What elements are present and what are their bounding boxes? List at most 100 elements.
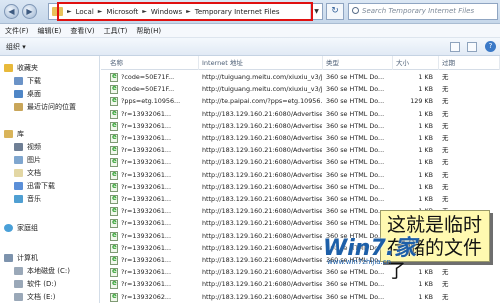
menu-tools[interactable]: 工具(T)	[104, 26, 128, 36]
table-row[interactable]: ?r=13932061... http://183.129.160.21:6080…	[101, 169, 500, 181]
command-toolbar: 组织 ▾ ?	[0, 38, 500, 56]
file-name: ?r=13932061...	[121, 219, 171, 228]
html-file-icon	[110, 133, 118, 143]
nav-label: 迅雷下载	[27, 182, 55, 190]
column-header-internet-address[interactable]: Internet 地址	[199, 56, 323, 70]
breadcrumb-microsoft[interactable]: Microsoft	[106, 8, 138, 16]
table-row[interactable]: ?code=50E71F... http://tuiguang.meitu.com…	[101, 71, 500, 83]
file-type: 360 se HTML Do...	[326, 195, 385, 203]
table-row[interactable]: ?r=13932061... http://183.129.160.21:6080…	[101, 132, 500, 144]
html-file-icon	[110, 279, 118, 290]
internet-address: http://183.129.160.21:6080/Advertise...	[202, 256, 322, 264]
column-header-size[interactable]: 大小	[393, 56, 439, 70]
drive-icon	[14, 293, 23, 301]
nav-recent-places[interactable]: 最近访问的位置	[14, 101, 76, 113]
nav-computer[interactable]: 计算机	[4, 252, 38, 264]
file-name: ?r=13932061...	[121, 170, 171, 179]
internet-address: http://183.129.160.21:6080/Advertise...	[202, 268, 322, 277]
preview-pane-icon[interactable]	[467, 42, 477, 52]
address-bar[interactable]: ► Local ► Microsoft ► Windows ► Temporar…	[48, 3, 323, 20]
help-icon[interactable]: ?	[485, 41, 496, 52]
column-header-expires[interactable]: 过期	[439, 56, 500, 70]
menu-file[interactable]: 文件(F)	[5, 26, 29, 36]
file-name: ?code=50E71F...	[121, 85, 175, 94]
table-row[interactable]: ?r=13932061... http://183.129.160.21:6080…	[101, 108, 500, 120]
nav-downloads[interactable]: 下载	[14, 75, 41, 87]
file-size: 129 KB	[410, 97, 433, 106]
file-type: 360 se HTML Do...	[326, 280, 385, 289]
table-row[interactable]: ?code=50E71F... http://tuiguang.meitu.com…	[101, 83, 500, 95]
menu-edit[interactable]: 编辑(E)	[38, 26, 62, 36]
refresh-button[interactable]: ↻	[326, 3, 344, 20]
nav-music[interactable]: 音乐	[14, 193, 41, 205]
html-file-icon	[110, 145, 118, 156]
back-button[interactable]: ◀	[4, 4, 19, 19]
table-row[interactable]: ?r=13932061... http://183.129.160.21:6080…	[101, 144, 500, 156]
nav-label: 下载	[27, 77, 41, 85]
nav-libraries[interactable]: 库	[4, 128, 24, 140]
address-toolbar: ◀ ▶ ► Local ► Microsoft ► Windows ► Temp…	[0, 0, 500, 24]
html-file-icon	[110, 170, 118, 180]
table-row[interactable]: ?r=13932061... http://183.129.160.21:6080…	[101, 278, 500, 290]
column-header-type[interactable]: 类型	[323, 56, 393, 70]
internet-address: http://183.129.160.21:6080/Advertise...	[202, 243, 322, 252]
search-input[interactable]: Search Temporary Internet Files	[348, 3, 498, 20]
file-name: ?r=13932061...	[121, 134, 171, 142]
nav-documents[interactable]: 文档	[14, 167, 41, 179]
chevron-right-icon: ►	[186, 8, 191, 15]
html-file-icon	[110, 231, 118, 241]
menu-help[interactable]: 帮助(H)	[136, 26, 161, 36]
file-size: 1 KB	[418, 121, 433, 130]
file-type: 360 se HTML Do...	[326, 97, 385, 106]
document-icon	[14, 169, 23, 177]
nav-pictures[interactable]: 图片	[14, 154, 41, 166]
internet-address: http://183.129.160.21:6080/Advertise...	[202, 170, 322, 179]
file-type: 360 se HTML Do...	[326, 170, 385, 179]
file-size: 1 KB	[418, 182, 433, 191]
breadcrumb-windows[interactable]: Windows	[151, 8, 182, 16]
nav-videos[interactable]: 视频	[14, 141, 41, 153]
nav-favorites[interactable]: 收藏夹	[4, 62, 38, 74]
nav-drive-d[interactable]: 软件 (D:)	[14, 278, 56, 290]
file-type: 360 se HTML Do...	[326, 73, 385, 81]
organize-button[interactable]: 组织 ▾	[6, 42, 26, 52]
html-file-icon	[110, 255, 118, 265]
file-name: ?r=13932061...	[121, 231, 171, 240]
expires: 无	[442, 158, 449, 167]
table-row[interactable]: ?pps=etg.10956... http://te.paipai.com/?p…	[101, 95, 500, 107]
nav-homegroup[interactable]: 家庭组	[4, 222, 38, 234]
forward-button[interactable]: ▶	[22, 4, 37, 19]
internet-address: http://183.129.160.21:6080/Advertise...	[202, 134, 322, 142]
menu-bar: 文件(F) 编辑(E) 查看(V) 工具(T) 帮助(H)	[0, 24, 500, 38]
nav-desktop[interactable]: 桌面	[14, 88, 41, 100]
view-options-icon[interactable]	[450, 42, 460, 52]
file-type: 360 se HTML Do...	[326, 134, 385, 142]
html-file-icon	[110, 267, 118, 278]
breadcrumb-temporary-internet-files[interactable]: Temporary Internet Files	[195, 8, 280, 16]
nav-drive-c[interactable]: 本地磁盘 (C:)	[14, 265, 70, 277]
chevron-right-icon: ►	[97, 8, 103, 15]
folder-icon	[52, 7, 63, 16]
table-row[interactable]: ?r=13932062... http://183.129.160.21:6080…	[101, 291, 500, 303]
html-file-icon	[110, 96, 118, 107]
menu-view[interactable]: 查看(V)	[70, 26, 94, 36]
table-row[interactable]: ?r=13932061... http://183.129.160.21:6080…	[101, 193, 500, 205]
html-file-icon	[110, 243, 118, 253]
file-size: 1 KB	[418, 158, 433, 167]
file-name: ?r=13932061...	[121, 182, 171, 191]
internet-address: http://183.129.160.21:6080/Advertise...	[202, 231, 322, 240]
nav-label: 文档 (E:)	[27, 293, 56, 301]
nav-drive-e[interactable]: 文档 (E:)	[14, 291, 55, 303]
table-row[interactable]: ?r=13932061... http://183.129.160.21:6080…	[101, 156, 500, 168]
address-dropdown-icon[interactable]: ▼	[310, 4, 322, 19]
expires: 无	[442, 97, 449, 106]
column-header-name[interactable]: 名称	[107, 56, 199, 70]
expires: 无	[442, 109, 449, 118]
expires: 无	[442, 121, 449, 130]
file-size: 1 KB	[418, 195, 433, 203]
breadcrumb-local[interactable]: Local	[76, 8, 94, 16]
html-file-icon	[110, 182, 118, 192]
table-row[interactable]: ?r=13932061... http://183.129.160.21:6080…	[101, 181, 500, 193]
nav-thunder-downloads[interactable]: 迅雷下载	[14, 180, 55, 192]
table-row[interactable]: ?r=13932061... http://183.129.160.21:6080…	[101, 120, 500, 132]
